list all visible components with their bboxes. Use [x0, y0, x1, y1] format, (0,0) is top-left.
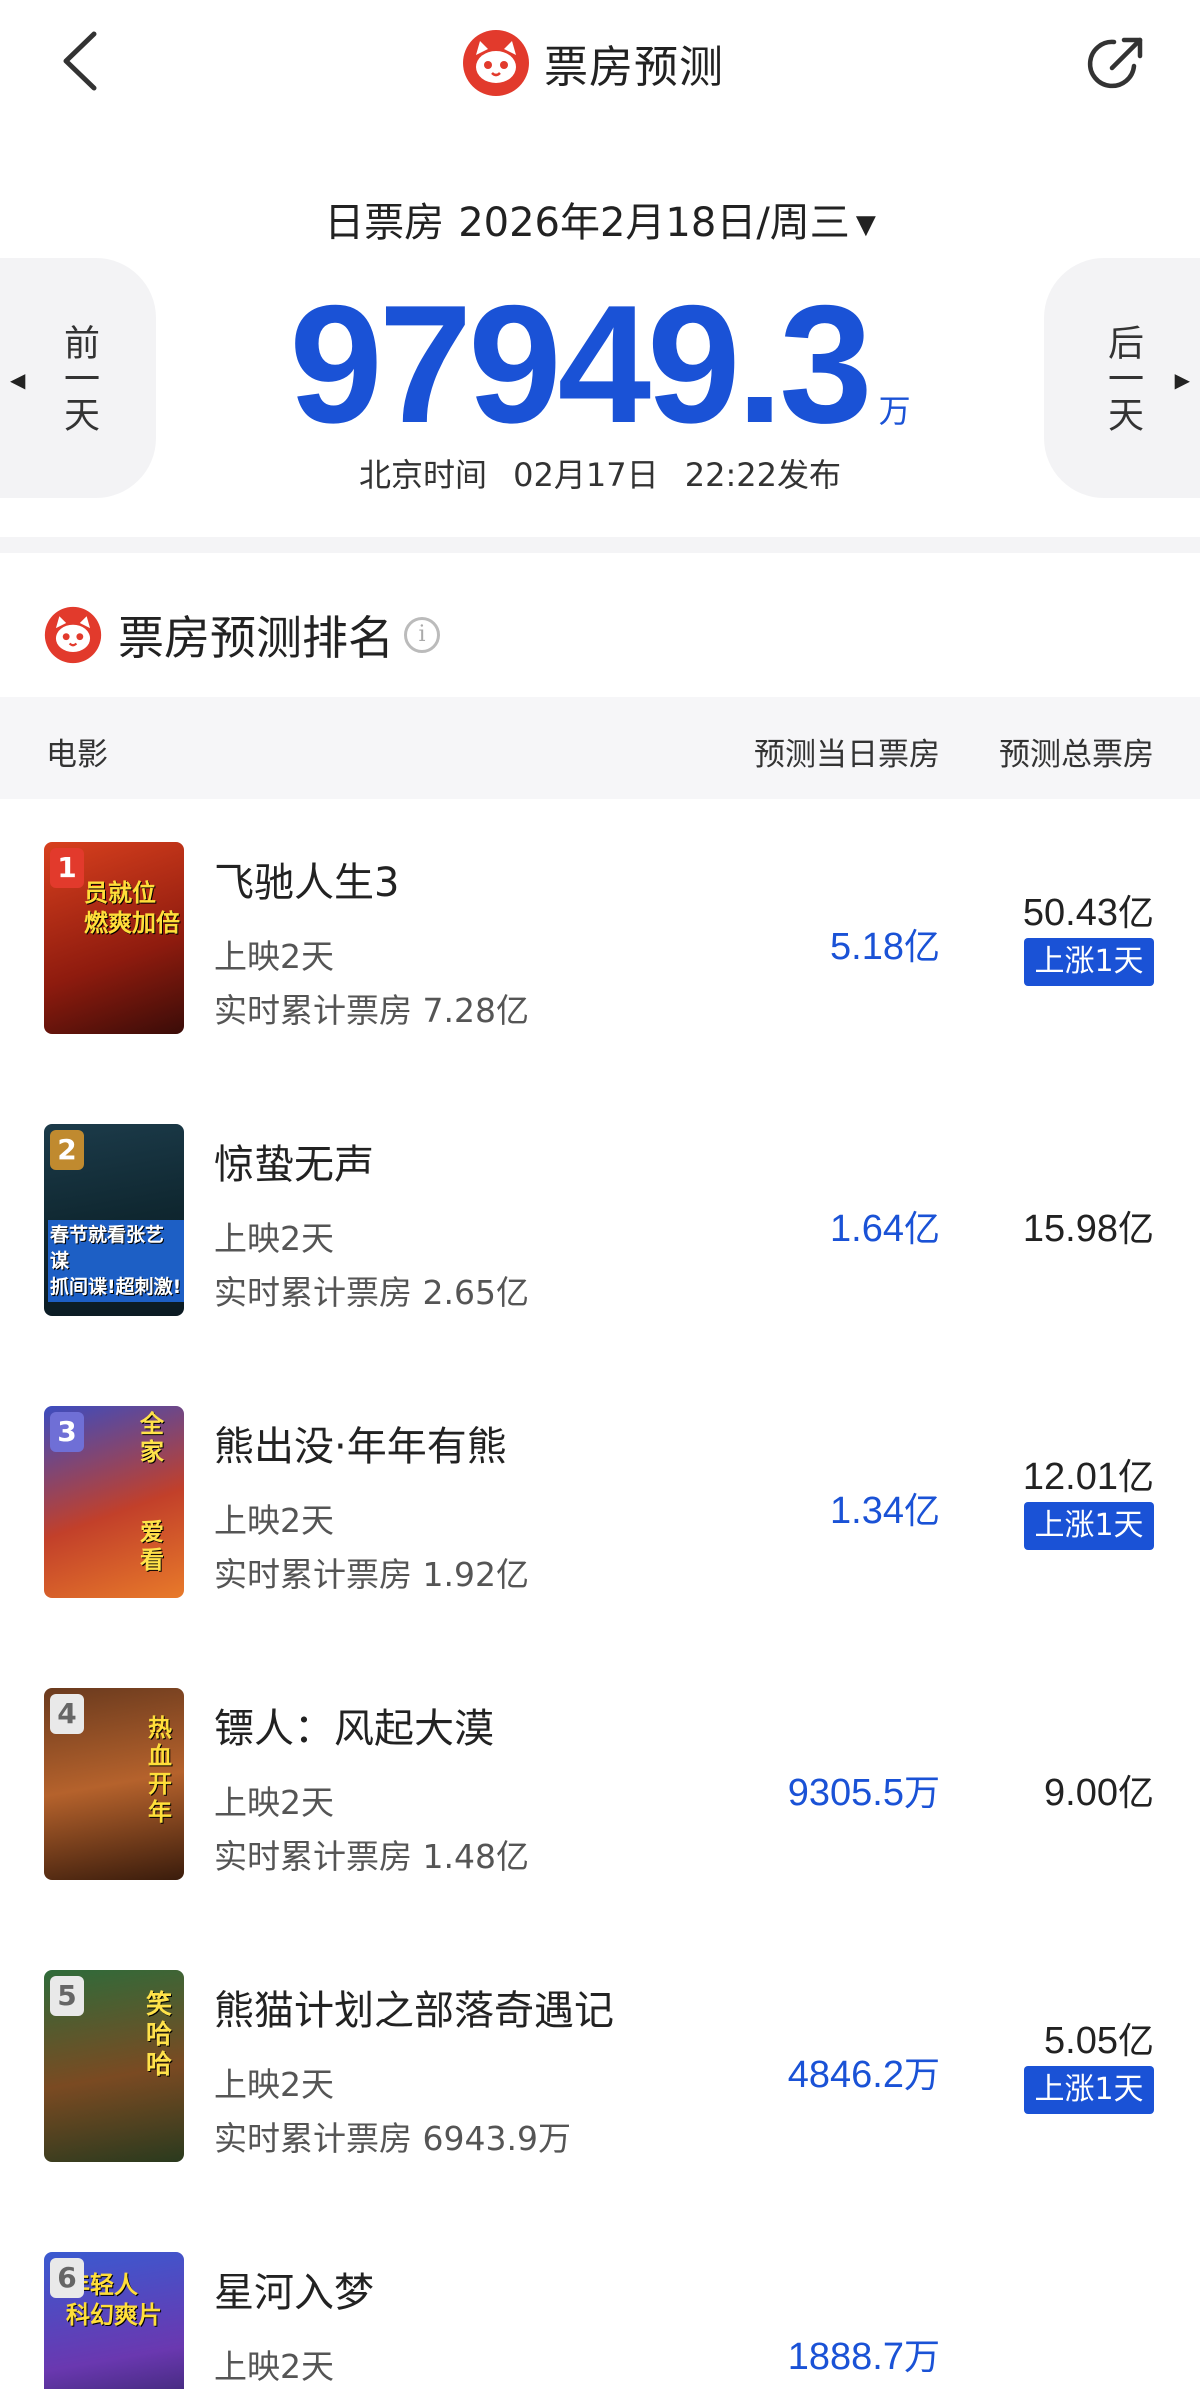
brand: 票房预测 — [462, 28, 724, 98]
page-title: 票房预测 — [544, 42, 724, 93]
total-box-office-value: 97949.3 — [289, 270, 872, 458]
movie-title: 惊蛰无声 — [214, 1142, 374, 1188]
cumulative-box-office: 实时累计票房 2.65亿 — [214, 1273, 529, 1312]
next-day-label: 后一天 — [1102, 324, 1143, 432]
rank-badge: 3 — [50, 1412, 84, 1452]
today-forecast: 4846.2万 — [787, 2054, 940, 2096]
rank-badge: 2 — [50, 1130, 84, 1170]
today-forecast: 1888.7万 — [787, 2336, 940, 2378]
table-row[interactable]: 全家 爱看 3 熊出没·年年有熊 上映2天 实时累计票房 1.92亿 1.34亿… — [0, 1364, 1200, 1646]
caret-down-icon: ▼ — [855, 210, 876, 240]
info-icon[interactable]: i — [404, 617, 440, 653]
chevron-left-icon — [63, 31, 97, 91]
total-box-office-unit: 万 — [878, 392, 911, 430]
table-row[interactable]: 笑哈哈 5 熊猫计划之部落奇遇记 上映2天 实时累计票房 6943.9万 484… — [0, 1928, 1200, 2210]
rank-badge: 5 — [50, 1976, 84, 2016]
table-header: 电影 预测当日票房 预测总票房 — [0, 697, 1200, 799]
release-days: 上映2天 — [214, 1219, 334, 1258]
total-forecast: 12.01亿 — [1022, 1456, 1154, 1498]
rank-badge: 1 — [50, 848, 84, 888]
column-movie: 电影 — [46, 737, 108, 773]
date-selector[interactable]: 日票房 2026年2月18日/周三 ▼ — [0, 190, 1200, 248]
release-days: 上映2天 — [214, 937, 334, 976]
movie-title: 镖人：风起大漠 — [214, 1706, 494, 1752]
movie-poster: 笑哈哈 5 — [44, 1970, 184, 2162]
total-forecast: 5.05亿 — [1044, 2020, 1154, 2062]
movie-poster: 热血开年 4 — [44, 1688, 184, 1880]
rank-badge: 6 — [50, 2258, 84, 2298]
release-days: 上映2天 — [214, 1783, 334, 1822]
movie-title: 熊猫计划之部落奇遇记 — [214, 1988, 614, 2034]
rising-badge: 上涨1天 — [1024, 938, 1154, 986]
publish-prefix: 北京时间 — [358, 456, 487, 494]
movie-title: 飞驰人生3 — [214, 860, 400, 906]
total-forecast: 15.98亿 — [1022, 1208, 1154, 1250]
ranking-title: 票房预测排名 — [118, 611, 394, 665]
rank-badge: 4 — [50, 1694, 84, 1734]
rising-badge: 上涨1天 — [1024, 1502, 1154, 1550]
publish-time: 22:22发布 — [684, 456, 842, 494]
total-box-office: 97949.3 万 — [0, 268, 1200, 461]
total-forecast: 50.43亿 — [1022, 892, 1154, 934]
cumulative-box-office: 实时累计票房 6943.9万 — [214, 2119, 571, 2158]
table-row[interactable]: 年轻人 科幻爽片 6 星河入梦 上映2天 1888.7万 — [0, 2210, 1200, 2389]
table-row[interactable]: 春节就看张艺谋 抓间谍!超刺激! 2 惊蛰无声 上映2天 实时累计票房 2.65亿… — [0, 1082, 1200, 1364]
release-days: 上映2天 — [214, 2065, 334, 2104]
publish-date: 02月17日 — [513, 456, 659, 494]
column-total-forecast: 预测总票房 — [999, 737, 1154, 773]
movie-poster: 春节就看张艺谋 抓间谍!超刺激! 2 — [44, 1124, 184, 1316]
movie-poster: 员就位 燃爽加倍 1 — [44, 842, 184, 1034]
movie-title: 星河入梦 — [214, 2270, 374, 2316]
box-office-type-label: 日票房 — [324, 200, 445, 246]
movie-title: 熊出没·年年有熊 — [214, 1424, 507, 1470]
today-forecast: 1.34亿 — [830, 1490, 940, 1532]
date-value: 2026年2月18日/周三 — [458, 200, 850, 246]
total-forecast: 9.00亿 — [1044, 1772, 1154, 1814]
cumulative-box-office: 实时累计票房 1.92亿 — [214, 1555, 529, 1594]
cumulative-box-office: 实时累计票房 1.48亿 — [214, 1837, 529, 1876]
today-forecast: 1.64亿 — [830, 1208, 940, 1250]
share-icon — [1087, 37, 1143, 89]
top-nav: 票房预测 — [0, 0, 1200, 130]
release-days: 上映2天 — [214, 1501, 334, 1540]
back-button[interactable] — [52, 26, 112, 96]
table-row[interactable]: 热血开年 4 镖人：风起大漠 上映2天 实时累计票房 1.48亿 9305.5万… — [0, 1646, 1200, 1928]
cumulative-box-office: 实时累计票房 7.28亿 — [214, 991, 529, 1030]
table-row[interactable]: 员就位 燃爽加倍 1 飞驰人生3 上映2天 实时累计票房 7.28亿 5.18亿 … — [0, 800, 1200, 1082]
maoyan-cat-logo — [44, 606, 102, 664]
ranking-header: 票房预测排名 i — [44, 596, 440, 674]
column-today-forecast: 预测当日票房 — [754, 737, 940, 773]
caret-right-icon: ▶ — [1174, 368, 1190, 392]
today-forecast: 9305.5万 — [787, 1772, 940, 1814]
release-days: 上映2天 — [214, 2347, 334, 2386]
movie-poster: 年轻人 科幻爽片 6 — [44, 2252, 184, 2389]
today-forecast: 5.18亿 — [830, 926, 940, 968]
rising-badge: 上涨1天 — [1024, 2066, 1154, 2114]
share-button[interactable] — [1082, 30, 1150, 98]
section-divider — [0, 537, 1200, 553]
publish-info: 北京时间 02月17日 22:22发布 — [0, 450, 1200, 496]
maoyan-cat-logo — [463, 30, 529, 96]
movie-poster: 全家 爱看 3 — [44, 1406, 184, 1598]
